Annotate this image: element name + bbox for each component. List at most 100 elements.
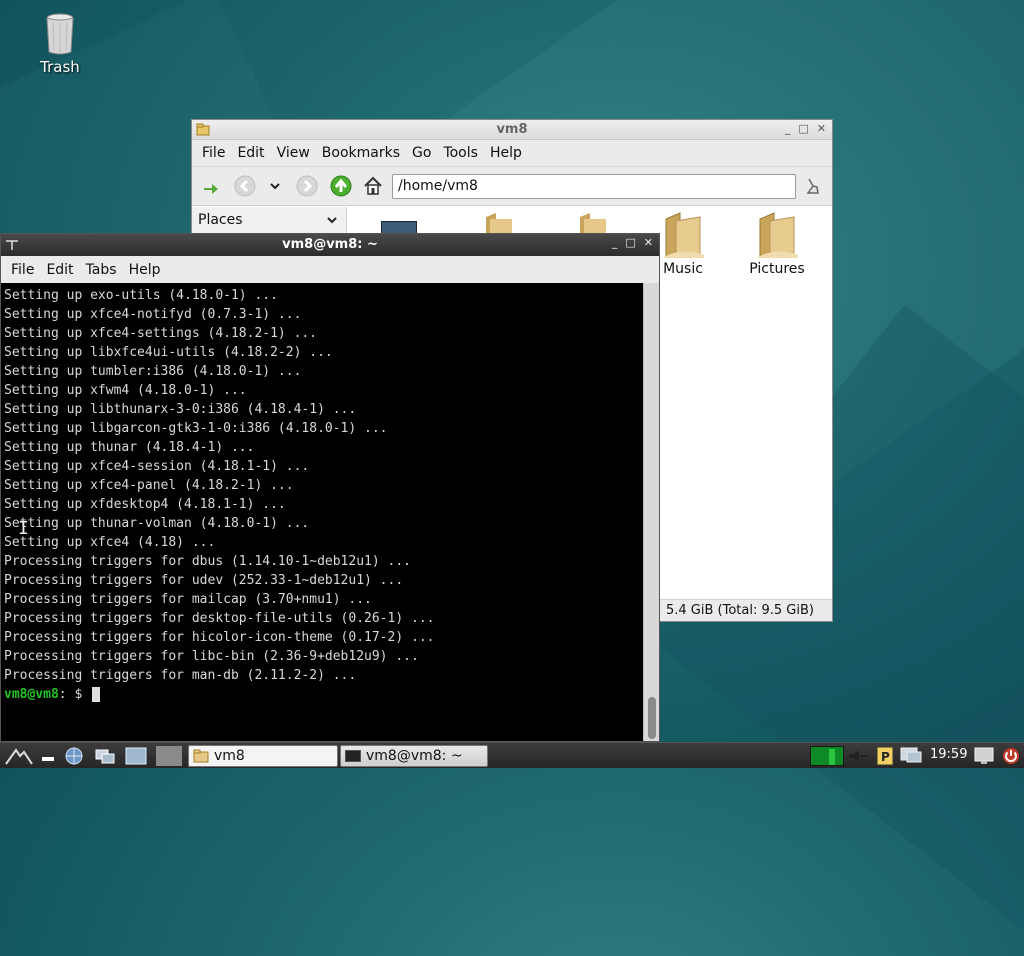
- speaker-icon: [849, 750, 868, 762]
- terminal-line: Processing triggers for desktop-file-uti…: [4, 611, 435, 626]
- terminal-line: Setting up xfce4-notifyd (0.7.3-1) ...: [4, 307, 302, 322]
- task-label: vm8: [214, 748, 245, 764]
- terminal-line: Setting up thunar (4.18.4-1) ...: [4, 440, 255, 455]
- power-icon: [1003, 748, 1019, 764]
- trash-label: Trash: [40, 58, 80, 76]
- logout-button[interactable]: [1000, 746, 1022, 766]
- windows-icon: [125, 747, 147, 765]
- new-window-button[interactable]: [200, 175, 222, 197]
- reload-button[interactable]: [802, 175, 824, 197]
- network-monitor-icon: [900, 747, 922, 763]
- terminal-title: vm8@vm8: ~: [282, 237, 378, 252]
- clock[interactable]: 19:59: [930, 747, 967, 762]
- minimize-button[interactable]: _: [612, 236, 618, 250]
- terminal-line: Processing triggers for hicolor-icon-the…: [4, 630, 435, 645]
- monitor-icon: [974, 747, 994, 764]
- terminal-line: Setting up xfwm4 (4.18.0-1) ...: [4, 383, 247, 398]
- folder-icon: [193, 749, 209, 763]
- show-desktop-icon: [42, 757, 54, 761]
- places-label: Places: [198, 212, 243, 228]
- folder-pictures-icon: [758, 212, 798, 258]
- terminal-line: Processing triggers for man-db (2.11.2-2…: [4, 668, 357, 683]
- menu-tabs[interactable]: Tabs: [80, 262, 123, 278]
- terminal-line: Setting up xfdesktop4 (4.18.1-1) ...: [4, 497, 286, 512]
- terminal-prompt-line[interactable]: vm8@vm8: $: [4, 685, 643, 704]
- windows-icon: [95, 749, 115, 764]
- menu-file[interactable]: File: [196, 145, 231, 161]
- history-dropdown[interactable]: [264, 175, 286, 197]
- menu-bookmarks[interactable]: Bookmarks: [316, 145, 406, 161]
- home-icon: [364, 176, 382, 195]
- home-button[interactable]: [362, 175, 384, 197]
- menu-view[interactable]: View: [271, 145, 316, 161]
- file-manager-titlebar[interactable]: vm8 _ □ ✕: [192, 120, 832, 140]
- forward-button[interactable]: [296, 175, 318, 197]
- task-file-manager[interactable]: vm8: [188, 745, 338, 767]
- file-manager-toolbar: /home/vm8: [192, 166, 832, 206]
- terminal-line: Setting up xfce4-settings (4.18.2-1) ...: [4, 326, 318, 341]
- menu-help[interactable]: Help: [484, 145, 528, 161]
- app-menu-button[interactable]: [2, 746, 36, 766]
- terminal-line: Setting up libthunarx-3-0:i386 (4.18.4-1…: [4, 402, 357, 417]
- terminal-titlebar[interactable]: vm8@vm8: ~ _ □ ✕: [1, 234, 659, 256]
- menu-file[interactable]: File: [5, 262, 40, 278]
- terminal-scrollbar[interactable]: [643, 283, 659, 741]
- places-header[interactable]: Places: [192, 207, 346, 233]
- terminal-line: Processing triggers for libc-bin (2.36-9…: [4, 649, 419, 664]
- terminal-line: Setting up exo-utils (4.18.0-1) ...: [4, 288, 278, 303]
- menu-edit[interactable]: Edit: [40, 262, 79, 278]
- desktop-trash[interactable]: Trash: [30, 12, 90, 76]
- menu-tools[interactable]: Tools: [437, 145, 484, 161]
- menu-help[interactable]: Help: [123, 262, 167, 278]
- workspace-switcher-2[interactable]: [122, 746, 150, 766]
- cpu-graph[interactable]: [810, 746, 844, 766]
- terminal-line: Processing triggers for udev (252.33-1~d…: [4, 573, 404, 588]
- task-terminal[interactable]: vm8@vm8: ~: [340, 745, 488, 767]
- maximize-button[interactable]: □: [798, 122, 808, 136]
- close-button[interactable]: ✕: [817, 122, 826, 136]
- workspace-switcher-1[interactable]: [92, 746, 118, 766]
- file-manager-title: vm8: [496, 122, 528, 137]
- minimize-button[interactable]: _: [785, 122, 791, 136]
- folder-label: Pictures: [749, 261, 805, 277]
- network-tray[interactable]: [898, 746, 924, 766]
- folder-pictures[interactable]: Pictures: [742, 211, 812, 277]
- prompt-user: vm8@vm8: [4, 687, 59, 702]
- folder-music-icon: [664, 212, 704, 258]
- parcellite-tray[interactable]: P: [874, 746, 896, 766]
- terminal-window[interactable]: vm8@vm8: ~ _ □ ✕ File Edit Tabs Help Set…: [0, 233, 660, 742]
- scrollbar-thumb[interactable]: [648, 697, 656, 739]
- web-browser-launcher[interactable]: [62, 746, 86, 766]
- up-button[interactable]: [330, 175, 352, 197]
- maximize-button[interactable]: □: [625, 236, 635, 250]
- location-input[interactable]: /home/vm8: [392, 174, 796, 199]
- terminal-menubar: File Edit Tabs Help: [1, 256, 659, 283]
- broom-icon: [806, 178, 819, 194]
- folder-icon[interactable]: [482, 211, 516, 235]
- close-button[interactable]: ✕: [644, 236, 653, 250]
- back-button[interactable]: [234, 175, 256, 197]
- folder-icon[interactable]: [576, 211, 610, 235]
- user-switch-tray[interactable]: [972, 746, 996, 766]
- chevron-down-icon: [270, 183, 280, 190]
- terminal-line: Setting up xfce4-panel (4.18.2-1) ...: [4, 478, 294, 493]
- terminal-line: Setting up libgarcon-gtk3-1-0:i386 (4.18…: [4, 421, 388, 436]
- volume-tray[interactable]: [846, 746, 870, 766]
- terminal-line: Setting up tumbler:i386 (4.18.0-1) ...: [4, 364, 302, 379]
- terminal-line: Processing triggers for mailcap (3.70+nm…: [4, 592, 372, 607]
- task-label: vm8@vm8: ~: [366, 748, 463, 764]
- forward-arrow-icon: [296, 175, 318, 197]
- menu-edit[interactable]: Edit: [231, 145, 270, 161]
- menu-go[interactable]: Go: [406, 145, 437, 161]
- terminal-output[interactable]: Setting up exo-utils (4.18.0-1) ... Sett…: [1, 283, 643, 741]
- app-menu-icon: [5, 748, 33, 765]
- prompt-symbol: : $: [58, 687, 83, 702]
- terminal-line: Setting up libxfce4ui-utils (4.18.2-2) .…: [4, 345, 333, 360]
- workspace-switcher-3[interactable]: [156, 746, 182, 766]
- up-arrow-icon: [330, 175, 352, 197]
- back-arrow-icon: [234, 175, 256, 197]
- taskbar: vm8 vm8@vm8: ~ P 19:59: [0, 742, 1024, 768]
- terminal-icon: [345, 750, 361, 762]
- cpu-graph-icon: [811, 747, 843, 765]
- show-desktop-button[interactable]: [38, 746, 58, 766]
